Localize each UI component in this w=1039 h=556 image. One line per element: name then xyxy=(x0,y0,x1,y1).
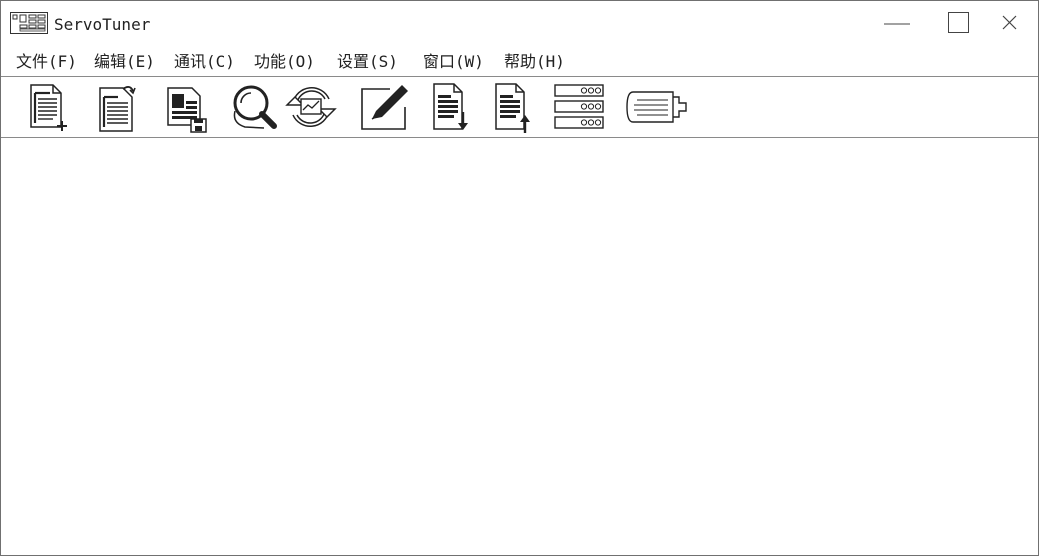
server-list-button[interactable] xyxy=(553,81,607,133)
sync-icon xyxy=(285,87,337,127)
maximize-icon xyxy=(948,12,969,33)
menu-bar: 文件(F) 编辑(E) 通讯(C) 功能(O) 设置(S) 窗口(W) 帮助(H… xyxy=(1,47,1038,77)
minimize-button[interactable] xyxy=(875,8,915,38)
upload-icon xyxy=(495,83,530,133)
servo-motor-icon xyxy=(626,91,687,123)
menu-help[interactable]: 帮助(H) xyxy=(504,52,565,72)
app-logo-icon xyxy=(10,12,48,38)
minimize-icon xyxy=(884,23,910,25)
new-document-icon xyxy=(30,84,67,131)
menu-file[interactable]: 文件(F) xyxy=(16,52,77,72)
menu-edit[interactable]: 编辑(E) xyxy=(94,52,155,72)
new-document-button[interactable] xyxy=(23,81,75,133)
menu-communication[interactable]: 通讯(C) xyxy=(174,52,235,72)
main-workspace[interactable] xyxy=(1,138,1038,555)
download-icon xyxy=(433,83,468,130)
menu-window[interactable]: 窗口(W) xyxy=(423,52,484,72)
title-bar[interactable]: ServoTuner xyxy=(1,1,1038,47)
servo-motor-button[interactable] xyxy=(623,81,691,133)
open-document-button[interactable] xyxy=(91,81,143,133)
search-icon xyxy=(233,85,277,129)
sync-button[interactable] xyxy=(285,81,337,133)
edit-button[interactable] xyxy=(357,81,409,133)
upload-button[interactable] xyxy=(489,81,541,133)
app-window: ServoTuner 文件(F) 编辑(E) 通讯(C) 功能(O) 设置(S)… xyxy=(0,0,1039,556)
search-button[interactable] xyxy=(227,81,279,133)
toolbar xyxy=(1,77,1038,138)
close-icon xyxy=(1002,15,1017,30)
maximize-button[interactable] xyxy=(938,8,978,38)
menu-function[interactable]: 功能(O) xyxy=(254,52,315,72)
server-list-icon xyxy=(554,84,604,129)
save-document-icon xyxy=(167,87,207,133)
menu-settings[interactable]: 设置(S) xyxy=(337,52,398,72)
open-document-icon xyxy=(99,86,136,132)
window-title: ServoTuner xyxy=(54,15,151,34)
save-document-button[interactable] xyxy=(159,81,211,133)
edit-icon xyxy=(361,85,408,130)
download-button[interactable] xyxy=(427,81,479,133)
close-button[interactable] xyxy=(989,8,1029,38)
